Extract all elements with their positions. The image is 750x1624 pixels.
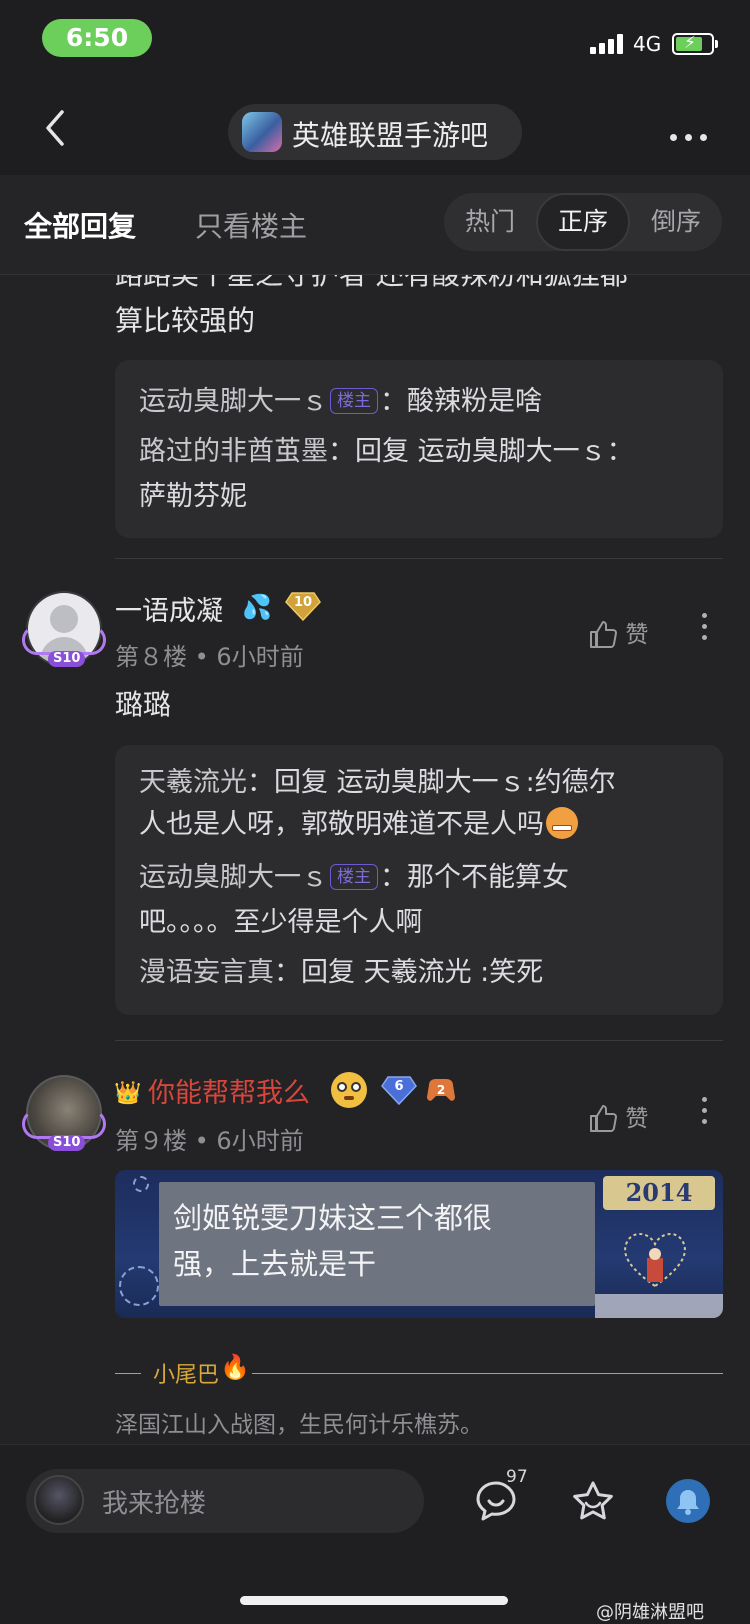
festive-bubble-background: 2014 剑姬锐雯刀妹这三个都很 强，上去就是干 <box>115 1170 723 1318</box>
floor-info: 第８楼 • 6小时前 <box>115 643 304 671</box>
thumbs-up-icon <box>590 1105 617 1132</box>
more-options-icon[interactable] <box>670 126 715 145</box>
sub-reply: 漫语妄言真：回复 天羲流光 :笑死 <box>139 957 544 988</box>
reply-list: 路路美丫星之守护者 还有酸辣粉和狐狸都 算比较强的 运动臭脚大一ｓ楼主：酸辣粉是… <box>0 275 750 1445</box>
home-indicator <box>240 1596 508 1605</box>
sub-reply-box[interactable]: 运动臭脚大一ｓ 楼主 ：酸辣粉是啥 路过的非酋茧墨：回复 运动臭脚大一ｓ： 萨勒芬妮 <box>115 360 723 538</box>
svg-text:2: 2 <box>437 1083 445 1097</box>
username[interactable]: 一语成凝 <box>115 589 223 628</box>
sort-descending[interactable]: 倒序 <box>630 193 722 251</box>
sub-reply-box[interactable]: 天羲流光：回复 运动臭脚大一ｓ:约德尔 人也是人呀，郭敬明难道不是人吗 运动臭脚… <box>115 745 723 1015</box>
post-more-icon[interactable] <box>702 613 708 646</box>
reply-input[interactable]: 我来抢楼 <box>26 1469 424 1533</box>
avatar[interactable]: S10 <box>22 1075 106 1151</box>
signature: 泽国江山入战图，生民何计乐樵苏。 <box>115 1412 483 1438</box>
sub-reply: 天羲流光：回复 运动臭脚大一ｓ:约德尔 <box>139 767 616 798</box>
sub-reply-user[interactable]: 漫语妄言真 <box>139 957 274 988</box>
comment-count: 97 <box>506 1467 528 1487</box>
sub-reply-continued: 吧。。。。至少得是个人啊 <box>139 907 423 938</box>
sub-reply: 运动臭脚大一ｓ 楼主 ：酸辣粉是啥 <box>139 386 542 417</box>
tail-divider <box>252 1373 723 1374</box>
watermark: @阴雄淋盟吧 <box>596 1602 704 1623</box>
post-text: 璐璐 <box>115 688 172 721</box>
gamepad-badge-icon: 2 <box>425 1075 457 1105</box>
status-time: 6:50 <box>42 19 152 57</box>
reply-filter-bar: 全部回复 只看楼主 热门 正序 倒序 <box>0 175 750 275</box>
username[interactable]: 你能帮帮我么 <box>148 1071 310 1110</box>
sub-reply-continued: 人也是人呀，郭敬明难道不是人吗 <box>139 805 578 845</box>
back-arrow-icon[interactable] <box>40 108 70 148</box>
flushed-face-emoji-icon <box>331 1072 367 1108</box>
op-badge: 楼主 <box>330 864 378 890</box>
bubble-text-box: 剑姬锐雯刀妹这三个都很 强，上去就是干 <box>159 1182 595 1306</box>
city-skyline <box>595 1294 723 1318</box>
season-badge: S10 <box>48 651 86 667</box>
crown-icon: 👑 <box>114 1081 142 1106</box>
like-button[interactable]: 赞 <box>588 1099 648 1133</box>
angry-face-emoji-icon <box>546 807 578 839</box>
divider <box>115 558 723 559</box>
status-bar: 6:50 4G ⚡ <box>0 0 750 80</box>
op-badge: 楼主 <box>330 388 378 414</box>
post-more-icon[interactable] <box>702 1097 708 1130</box>
sub-reply-user[interactable]: 运动臭脚大一ｓ <box>139 862 328 893</box>
heart-fireworks-icon <box>619 1228 691 1290</box>
tail-divider <box>115 1373 141 1374</box>
sub-reply: 路过的非酋茧墨：回复 运动臭脚大一ｓ： <box>139 436 634 467</box>
sort-hot[interactable]: 热门 <box>444 193 536 251</box>
forum-name: 英雄联盟手游吧 <box>292 119 489 152</box>
my-avatar <box>34 1475 84 1525</box>
level-badge: 6 <box>381 1075 417 1106</box>
year-banner: 2014 <box>603 1176 715 1210</box>
avatar[interactable]: S10 <box>22 591 106 667</box>
tab-all-replies[interactable]: 全部回复 <box>24 205 136 245</box>
like-button[interactable]: 赞 <box>588 615 648 649</box>
bottom-toolbar: 我来抢楼 97 <box>0 1444 750 1624</box>
sub-reply: 运动臭脚大一ｓ 楼主 ：那个不能算女 <box>139 862 569 893</box>
sub-reply-continued: 萨勒芬妮 <box>139 481 247 512</box>
tab-only-op[interactable]: 只看楼主 <box>195 205 307 245</box>
star-favorite-icon[interactable] <box>570 1479 616 1525</box>
signal-icon <box>590 34 626 54</box>
tail-label: 小尾巴 <box>153 1363 220 1388</box>
network-type: 4G <box>633 32 662 56</box>
sub-reply-user[interactable]: 运动臭脚大一ｓ <box>139 386 328 417</box>
thumbs-up-icon <box>590 621 617 648</box>
bell-notify-icon[interactable] <box>666 1479 710 1523</box>
post-text: 剑姬锐雯刀妹这三个都很 <box>173 1201 493 1235</box>
divider <box>115 1040 723 1041</box>
firework-icon <box>119 1266 159 1306</box>
reply-input-placeholder: 我来抢楼 <box>102 1489 207 1519</box>
sub-reply-user[interactable]: 天羲流光 <box>139 767 247 798</box>
firework-icon <box>133 1176 149 1192</box>
flame-icon: 🔥 <box>220 1353 250 1381</box>
sweat-emoji-icon: 💦 <box>242 593 272 621</box>
floor-info: 第９楼 • 6小时前 <box>115 1127 304 1155</box>
sub-reply-user[interactable]: 路过的非酋茧墨 <box>139 436 328 467</box>
top-nav: 英雄联盟手游吧 <box>0 80 750 175</box>
post-text-partial: 路路美丫星之守护者 还有酸辣粉和狐狸都 <box>115 275 628 295</box>
forum-title-button[interactable]: 英雄联盟手游吧 <box>228 104 522 160</box>
forum-avatar <box>242 112 282 152</box>
battery-icon: ⚡ <box>672 33 718 55</box>
season-badge: S10 <box>48 1135 86 1151</box>
sort-ascending[interactable]: 正序 <box>536 193 630 251</box>
level-badge: 10 <box>285 591 321 622</box>
post-text: 算比较强的 <box>115 304 256 337</box>
post-text: 强，上去就是干 <box>173 1247 377 1281</box>
sort-switch: 热门 正序 倒序 <box>444 193 722 251</box>
